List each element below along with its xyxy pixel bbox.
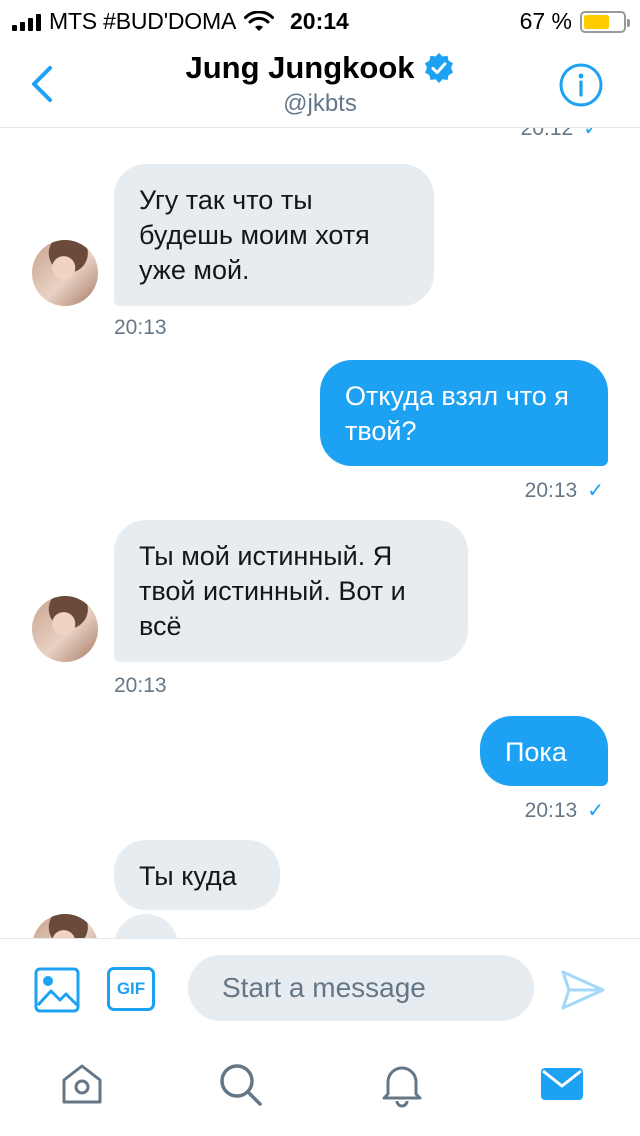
incoming-message-bubble[interactable]: Угу так что ты будешь моим хотя уже мой. [114,164,434,306]
contact-avatar[interactable] [32,596,98,662]
message-text: Ты куда [139,861,237,891]
verified-badge-icon [424,53,453,83]
read-check-icon: ✓ [587,480,604,502]
send-button[interactable] [560,969,606,1011]
gif-label: GIF [116,979,146,998]
contact-handle: @jkbts [283,90,357,117]
image-icon [34,967,80,1013]
battery-level [584,14,610,29]
header-name-row: Jung Jungkook [185,50,454,86]
message-time: 20:13 [114,316,167,339]
message-text: Откуда взял что я твой? [345,381,569,446]
tab-bar [0,1040,640,1136]
contact-avatar[interactable] [32,914,98,938]
status-right: 67 % [519,8,630,35]
message-list[interactable]: 20:12 ✓ Угу так что ты будешь моим хотя у… [0,128,640,938]
battery-percent: 67 % [519,8,572,34]
message-text: Ты мой истинный. Я твой истинный. Вот и … [139,541,406,641]
tab-notifications[interactable] [378,1060,426,1108]
tab-search[interactable] [216,1060,264,1108]
contact-avatar[interactable] [32,240,98,306]
info-button[interactable] [558,62,604,108]
carrier-name: MTS #BUD'DOMA [49,8,237,34]
incoming-message-bubble[interactable]: Ты куда [114,840,280,910]
message-time: 20:13 [114,674,167,697]
send-icon [561,970,605,1010]
incoming-message-bubble-partial[interactable] [114,914,178,938]
tab-home[interactable] [58,1060,106,1108]
message-input[interactable] [188,955,534,1021]
outgoing-message-bubble[interactable]: Откуда взял что я твой? [320,360,608,466]
message-time: 20:13 ✓ [525,798,604,823]
home-icon [62,1064,102,1104]
outgoing-message-bubble[interactable]: Пока [480,716,608,786]
bell-icon [382,1066,422,1108]
message-time-text: 20:12 [520,128,574,140]
conversation-header: Jung Jungkook @jkbts [0,40,640,128]
dm-screen: MTS #BUD'DOMA 20:14 67 % Jung Jungkook @… [0,0,640,1136]
contact-name: Jung Jungkook [185,50,415,85]
message-composer: GIF [0,938,640,1040]
status-bar: MTS #BUD'DOMA 20:14 67 % [0,0,640,40]
battery-tip [627,18,630,27]
tab-messages[interactable] [538,1060,586,1108]
mail-icon [541,1068,583,1100]
read-check-icon: ✓ [587,800,604,822]
gif-button[interactable]: GIF [107,967,155,1011]
message-text: Угу так что ты будешь моим хотя уже мой. [139,185,370,285]
status-time: 20:14 [290,8,349,34]
message-time-text: 20:13 [524,479,578,502]
message-text: Пока [505,737,567,767]
info-icon [559,63,603,107]
message-time: 20:12 ✓ [521,128,600,141]
status-left: MTS #BUD'DOMA [12,8,275,35]
search-icon [220,1064,262,1106]
message-time-text: 20:13 [524,799,578,822]
message-time: 20:13 ✓ [525,478,604,503]
signal-icon [12,13,41,31]
read-check-icon: ✓ [583,128,600,140]
incoming-message-bubble[interactable]: Ты мой истинный. Я твой истинный. Вот и … [114,520,468,662]
battery-icon [580,10,630,33]
add-media-button[interactable] [34,967,80,1013]
header-title-block[interactable]: Jung Jungkook @jkbts [0,50,640,118]
wifi-icon [244,10,275,31]
